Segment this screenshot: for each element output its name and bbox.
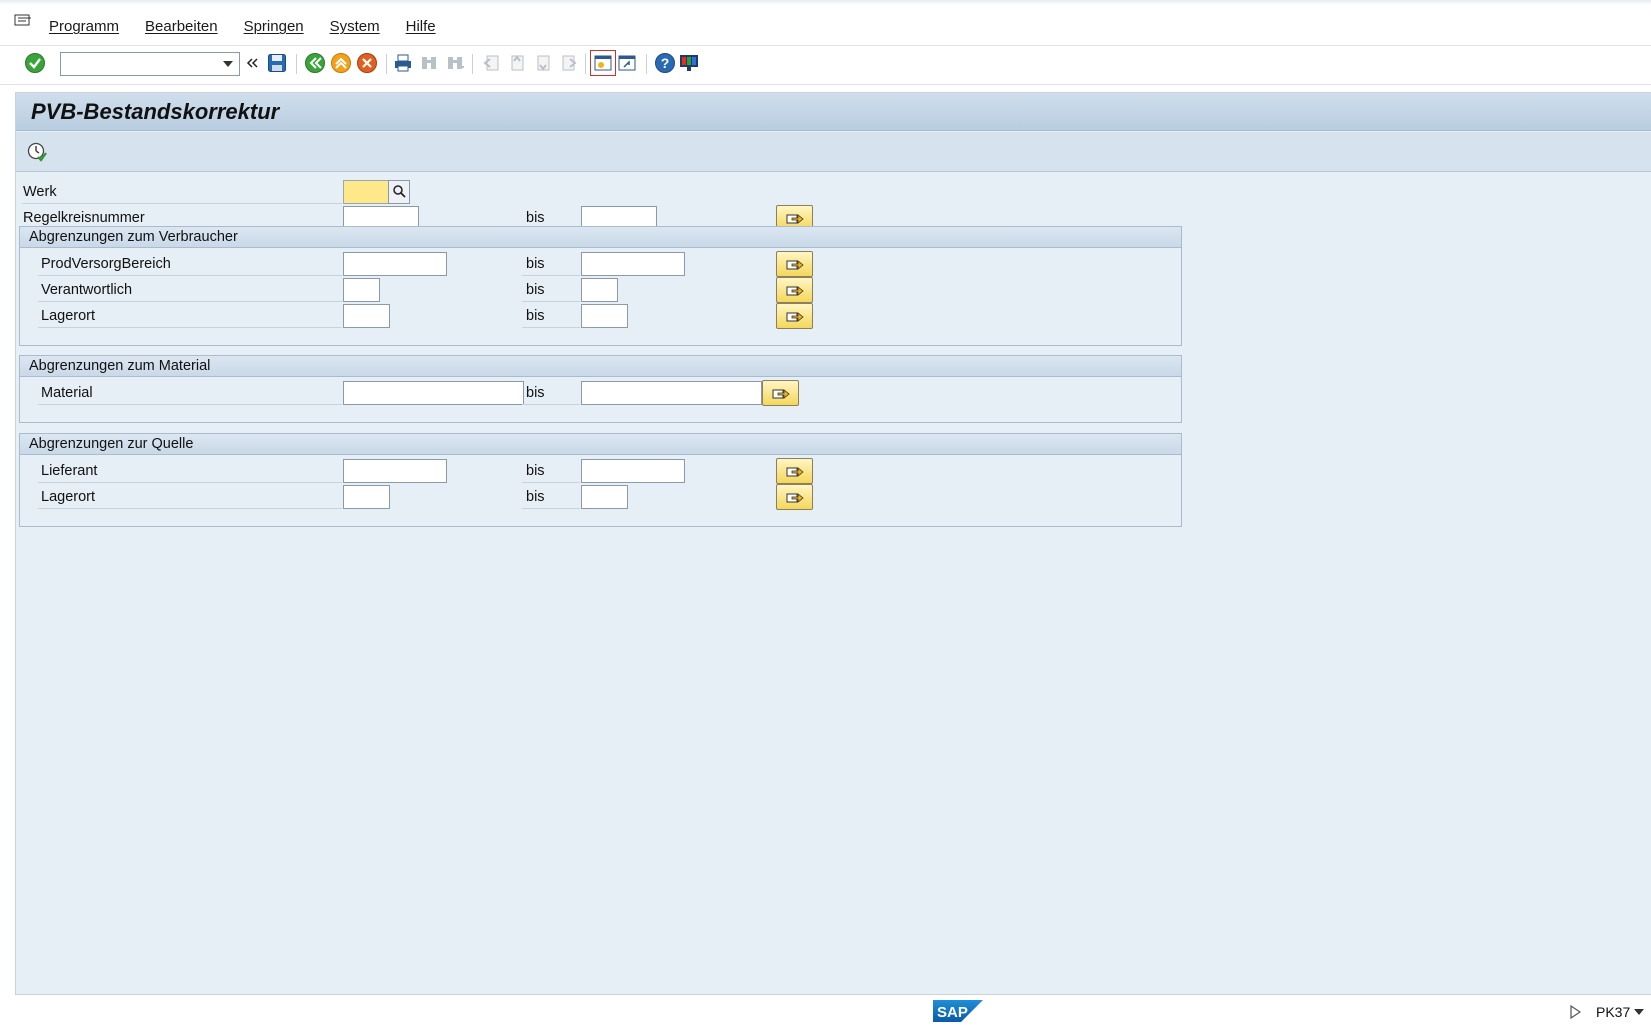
- shortcut-icon[interactable]: [616, 52, 638, 74]
- application-toolbar: [16, 132, 1651, 172]
- group-quelle-title: Abgrenzungen zur Quelle: [20, 434, 1181, 455]
- werk-input[interactable]: [343, 180, 389, 204]
- transaction-code: PK37: [1596, 1004, 1631, 1020]
- bis-label: bis: [522, 485, 580, 509]
- verantwortlich-to-input[interactable]: [581, 278, 618, 302]
- verantwortlich-multiple-selection-button[interactable]: [776, 277, 813, 303]
- multiple-selection-icon: [786, 489, 804, 506]
- print-icon[interactable]: [392, 52, 414, 74]
- menu-hilfe[interactable]: Hilfe: [406, 18, 436, 35]
- customize-layout-icon[interactable]: [678, 52, 700, 74]
- bis-label: bis: [522, 304, 580, 328]
- lagerort-quelle-label: Lagerort: [38, 485, 342, 509]
- help-icon[interactable]: ?: [654, 52, 676, 74]
- command-field[interactable]: [60, 52, 240, 76]
- menu-programm[interactable]: Programm: [49, 18, 119, 35]
- multiple-selection-icon: [786, 210, 804, 227]
- back-icon[interactable]: [241, 52, 263, 74]
- prodversorgbereich-from-input[interactable]: [343, 252, 447, 276]
- bis-label: bis: [522, 252, 580, 276]
- prodversorgbereich-label: ProdVersorgBereich: [38, 252, 342, 276]
- verantwortlich-from-input[interactable]: [343, 278, 380, 302]
- first-page-icon[interactable]: [480, 52, 502, 74]
- material-from-input[interactable]: [343, 381, 524, 405]
- werk-search-help[interactable]: [388, 180, 410, 204]
- find-next-icon[interactable]: [444, 52, 466, 74]
- find-icon[interactable]: [418, 52, 440, 74]
- lieferant-to-input[interactable]: [581, 459, 685, 483]
- status-expand-icon[interactable]: [1569, 1004, 1582, 1022]
- new-session-icon[interactable]: [590, 50, 616, 76]
- toolbar-separator-line: [0, 84, 1651, 85]
- sap-logo-text: SAP: [937, 1004, 968, 1021]
- menu-bar: Programm Bearbeiten Springen System Hilf…: [0, 8, 1651, 44]
- multiple-selection-icon: [786, 282, 804, 299]
- werk-label: Werk: [22, 180, 342, 204]
- toolbar-separator: [296, 54, 297, 74]
- material-label: Material: [38, 381, 342, 405]
- verantwortlich-label: Verantwortlich: [38, 278, 342, 302]
- multiple-selection-icon: [786, 308, 804, 325]
- title-bar: PVB-Bestandskorrektur: [16, 93, 1651, 131]
- lieferant-label: Lieferant: [38, 459, 342, 483]
- search-help-icon: [392, 184, 406, 201]
- lagerort-verbraucher-to-input[interactable]: [581, 304, 628, 328]
- enter-check-icon[interactable]: [24, 52, 46, 74]
- bis-label: bis: [522, 381, 580, 405]
- lieferant-multiple-selection-button[interactable]: [776, 458, 813, 484]
- cancel-icon[interactable]: [356, 52, 378, 74]
- chevron-down-icon[interactable]: [1634, 1009, 1644, 1015]
- lagerort-quelle-multiple-selection-button[interactable]: [776, 484, 813, 510]
- last-page-icon[interactable]: [558, 52, 580, 74]
- group-quelle: Abgrenzungen zur Quelle Lieferant bis La…: [19, 433, 1182, 527]
- status-bar: SAP PK37: [0, 996, 1651, 1029]
- lagerort-quelle-to-input[interactable]: [581, 485, 628, 509]
- prodversorgbereich-multiple-selection-button[interactable]: [776, 251, 813, 277]
- toolbar-separator: [472, 54, 473, 74]
- group-material-title: Abgrenzungen zum Material: [20, 356, 1181, 377]
- toolbar-separator: [386, 54, 387, 74]
- menu-bearbeiten[interactable]: Bearbeiten: [145, 18, 218, 35]
- sap-logo: SAP: [933, 998, 983, 1024]
- main-area: PVB-Bestandskorrektur Werk Regelkreisnum…: [15, 92, 1651, 995]
- multiple-selection-icon: [786, 463, 804, 480]
- window-top-gradient: [0, 0, 1651, 5]
- exit-icon[interactable]: [330, 52, 352, 74]
- lagerort-quelle-from-input[interactable]: [343, 485, 390, 509]
- menu-icon[interactable]: [14, 14, 32, 28]
- toolbar-separator: [646, 54, 647, 74]
- nav-back-icon[interactable]: [304, 52, 326, 74]
- lieferant-from-input[interactable]: [343, 459, 447, 483]
- prodversorgbereich-to-input[interactable]: [581, 252, 685, 276]
- bis-label: bis: [522, 278, 580, 302]
- material-to-input[interactable]: [581, 381, 762, 405]
- menu-springen[interactable]: Springen: [244, 18, 304, 35]
- lagerort-verbraucher-multiple-selection-button[interactable]: [776, 303, 813, 329]
- group-verbraucher-title: Abgrenzungen zum Verbraucher: [20, 227, 1181, 248]
- material-multiple-selection-button[interactable]: [762, 380, 799, 406]
- bis-label: bis: [522, 459, 580, 483]
- chevron-down-icon[interactable]: [223, 61, 233, 67]
- next-page-icon[interactable]: [532, 52, 554, 74]
- execute-icon[interactable]: [26, 141, 48, 163]
- group-material: Abgrenzungen zum Material Material bis: [19, 355, 1182, 423]
- multiple-selection-icon: [786, 256, 804, 273]
- svg-text:?: ?: [661, 55, 670, 71]
- group-verbraucher: Abgrenzungen zum Verbraucher ProdVersorg…: [19, 226, 1182, 346]
- toolbar-separator: [585, 54, 586, 74]
- previous-page-icon[interactable]: [506, 52, 528, 74]
- page-title: PVB-Bestandskorrektur: [31, 99, 280, 124]
- menu-system[interactable]: System: [330, 18, 380, 35]
- multiple-selection-icon: [772, 385, 790, 402]
- command-input[interactable]: [61, 53, 211, 75]
- lagerort-verbraucher-label: Lagerort: [38, 304, 342, 328]
- save-icon[interactable]: [266, 52, 288, 74]
- lagerort-verbraucher-from-input[interactable]: [343, 304, 390, 328]
